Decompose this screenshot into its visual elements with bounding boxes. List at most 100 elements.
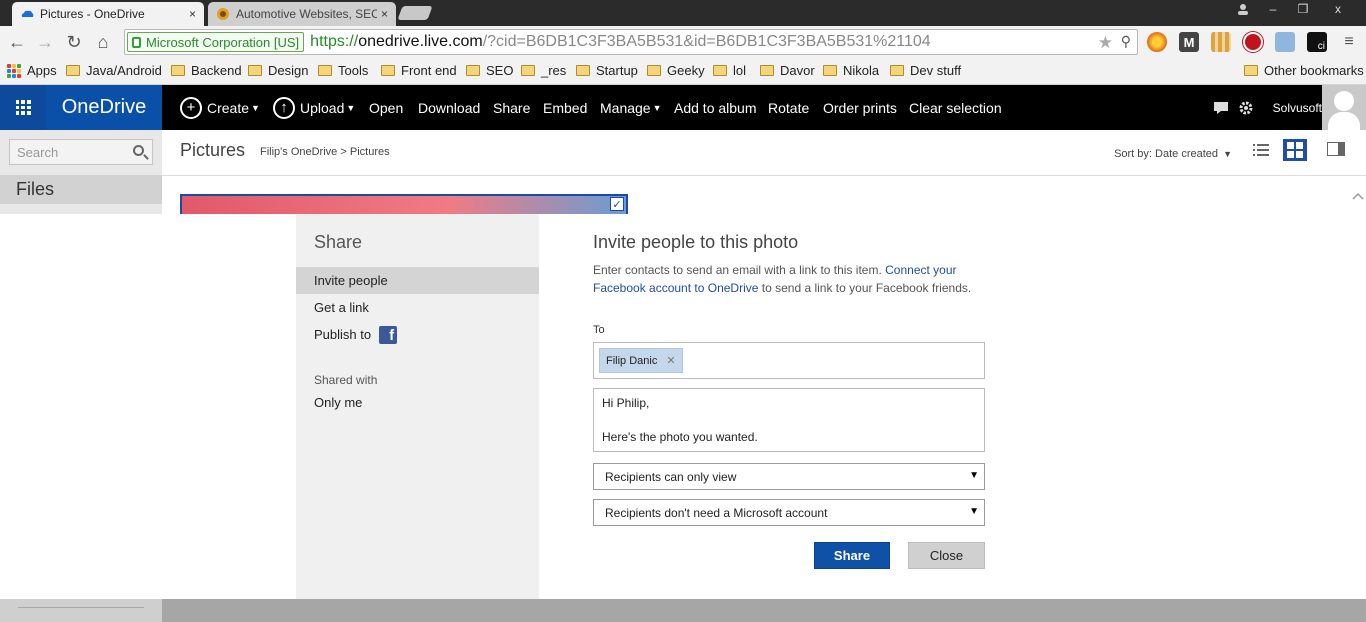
manage-button[interactable]: Manage ▼ (600, 85, 662, 130)
share-option-label: Publish to (314, 327, 372, 342)
bookmark-label: Design (268, 63, 309, 78)
avatar[interactable] (1322, 85, 1366, 130)
thumbnail-view-icon[interactable] (1283, 139, 1307, 161)
dropdown-arrow-icon: ▼ (969, 506, 979, 517)
tab-onedrive[interactable]: Pictures - OneDrive × (12, 2, 204, 26)
tab-title: Automotive Websites, SEO (236, 7, 377, 21)
bookmark-folder[interactable]: Front end (381, 63, 457, 78)
other-bookmarks[interactable]: Other bookmarks (1244, 63, 1364, 78)
list-view-icon[interactable] (1253, 142, 1275, 162)
close-window-button[interactable]: x (1318, 0, 1358, 18)
rotate-button[interactable]: Rotate (768, 85, 809, 130)
bookmark-folder[interactable]: lol (713, 63, 746, 78)
breadcrumb-root[interactable]: Filip's OneDrive (260, 146, 337, 158)
add-to-album-button[interactable]: Add to album (674, 85, 757, 130)
menu-icon[interactable]: ≡ (1338, 31, 1360, 53)
bookmark-folder[interactable]: SEO (466, 63, 513, 78)
tab-close-icon[interactable]: × (189, 7, 196, 21)
download-button[interactable]: Download (418, 85, 480, 130)
bookmark-folder[interactable]: Nikola (823, 63, 879, 78)
sort-dropdown[interactable]: Sort by: Date created ▼ (1114, 148, 1232, 160)
bookmark-folder[interactable]: Backend (171, 63, 242, 78)
details-pane-icon[interactable] (1327, 142, 1349, 162)
back-arrow-icon[interactable]: ← (6, 31, 28, 53)
m-extension-icon[interactable]: M (1179, 32, 1199, 52)
order-prints-button[interactable]: Order prints (823, 85, 897, 130)
bookmark-folder[interactable]: Dev stuff (890, 63, 961, 78)
ci-extension-icon[interactable]: ci (1307, 32, 1327, 52)
chevron-up-icon[interactable] (1352, 188, 1364, 208)
close-button[interactable]: Close (908, 542, 985, 569)
bookmark-apps[interactable]: Apps (7, 63, 57, 78)
divider (162, 175, 1366, 176)
waffle-icon (15, 100, 31, 115)
share-option-invite-people[interactable]: Invite people (296, 267, 539, 294)
key-icon[interactable]: ⚲ (1121, 33, 1131, 50)
dropdown-arrow-icon: ▼ (969, 470, 979, 481)
facebook-icon[interactable]: f (379, 325, 398, 344)
invite-people-panel: Invite people to this photo Enter contac… (539, 214, 1366, 599)
account-requirement-select[interactable]: Recipients don't need a Microsoft accoun… (593, 499, 985, 526)
embed-button[interactable]: Embed (543, 85, 587, 130)
home-icon[interactable]: ⌂ (92, 31, 114, 53)
bookmark-folder[interactable]: Tools (318, 63, 368, 78)
camera-extension-icon[interactable] (1275, 32, 1295, 52)
url-path: /?cid=B6DB1C3F3BA5B531&id=B6DB1C3F3BA5B5… (482, 33, 931, 50)
search-input[interactable]: Search (9, 139, 153, 165)
tab-close-icon[interactable]: × (381, 7, 388, 21)
firefox-extension-icon[interactable] (1147, 32, 1167, 52)
url-text[interactable]: https://onedrive.live.com/?cid=B6DB1C3F3… (310, 33, 931, 51)
feedback-icon[interactable] (1214, 85, 1228, 130)
permission-select[interactable]: Recipients can only view ▼ (593, 463, 985, 490)
bookmark-folder[interactable]: Davor (760, 63, 815, 78)
ev-organization: Microsoft Corporation [US] (146, 34, 300, 50)
tab-title: Pictures - OneDrive (40, 7, 145, 21)
maximize-button[interactable]: ❐ (1288, 0, 1318, 18)
onedrive-logo[interactable]: OneDrive (46, 85, 162, 130)
forward-arrow-icon[interactable]: → (34, 31, 56, 53)
new-tab-button[interactable] (397, 6, 433, 20)
browser-tabstrip: Pictures - OneDrive × Automotive Website… (0, 0, 1366, 26)
reload-icon[interactable]: ↻ (63, 31, 85, 53)
create-button[interactable]: + Create ▼ (180, 85, 260, 130)
bookmark-star-icon[interactable]: ★ (1098, 33, 1113, 53)
settings-gear-icon[interactable] (1238, 85, 1254, 130)
bookmark-folder[interactable]: _res (521, 63, 566, 78)
app-launcher-button[interactable] (0, 85, 46, 130)
bookmark-folder[interactable]: Java/Android (66, 63, 162, 78)
address-bar[interactable]: Microsoft Corporation [US] https://onedr… (124, 29, 1138, 55)
bookmark-folder[interactable]: Design (248, 63, 308, 78)
share-command-button[interactable]: Share (493, 85, 530, 130)
message-textarea[interactable]: Hi Philip, Here's the photo you wanted. (593, 388, 985, 452)
account-name[interactable]: Solvusoft (1273, 85, 1322, 130)
remove-recipient-icon[interactable]: ✕ (666, 354, 675, 367)
user-profile-icon[interactable] (1228, 0, 1258, 18)
folder-icon (760, 65, 774, 76)
minimize-button[interactable]: – (1258, 0, 1288, 18)
share-button[interactable]: Share (814, 542, 890, 569)
search-placeholder: Search (17, 144, 59, 160)
tab-automotive[interactable]: Automotive Websites, SEO × (208, 2, 396, 26)
block-extension-icon[interactable] (1243, 32, 1263, 52)
recipient-chip[interactable]: Filip Danic ✕ (599, 348, 683, 373)
share-option-get-link[interactable]: Get a link (296, 294, 539, 321)
create-label: Create (207, 99, 250, 116)
spreadsheet-extension-icon[interactable] (1211, 32, 1231, 52)
folder-icon (466, 65, 480, 76)
page-title: Pictures (180, 140, 246, 160)
ev-certificate-badge[interactable]: Microsoft Corporation [US] (127, 32, 305, 52)
upload-button[interactable]: ↑ Upload ▼ (273, 85, 355, 130)
bookmark-folder[interactable]: Geeky (647, 63, 705, 78)
breadcrumb: Filip's OneDrive > Pictures (260, 146, 390, 158)
bookmark-label: Tools (338, 63, 369, 78)
nav-item-files[interactable]: Files (0, 175, 162, 204)
clear-selection-button[interactable]: Clear selection (909, 85, 1002, 130)
open-button[interactable]: Open (369, 85, 403, 130)
breadcrumb-current: Pictures (349, 146, 390, 158)
share-option-publish[interactable]: Publish to f (296, 321, 539, 348)
search-icon[interactable] (133, 145, 144, 156)
checkbox-checked-icon[interactable]: ✓ (610, 197, 624, 211)
bookmark-label: lol (733, 63, 747, 78)
bookmark-folder[interactable]: Startup (576, 63, 638, 78)
recipients-input[interactable]: Filip Danic ✕ (593, 342, 985, 379)
